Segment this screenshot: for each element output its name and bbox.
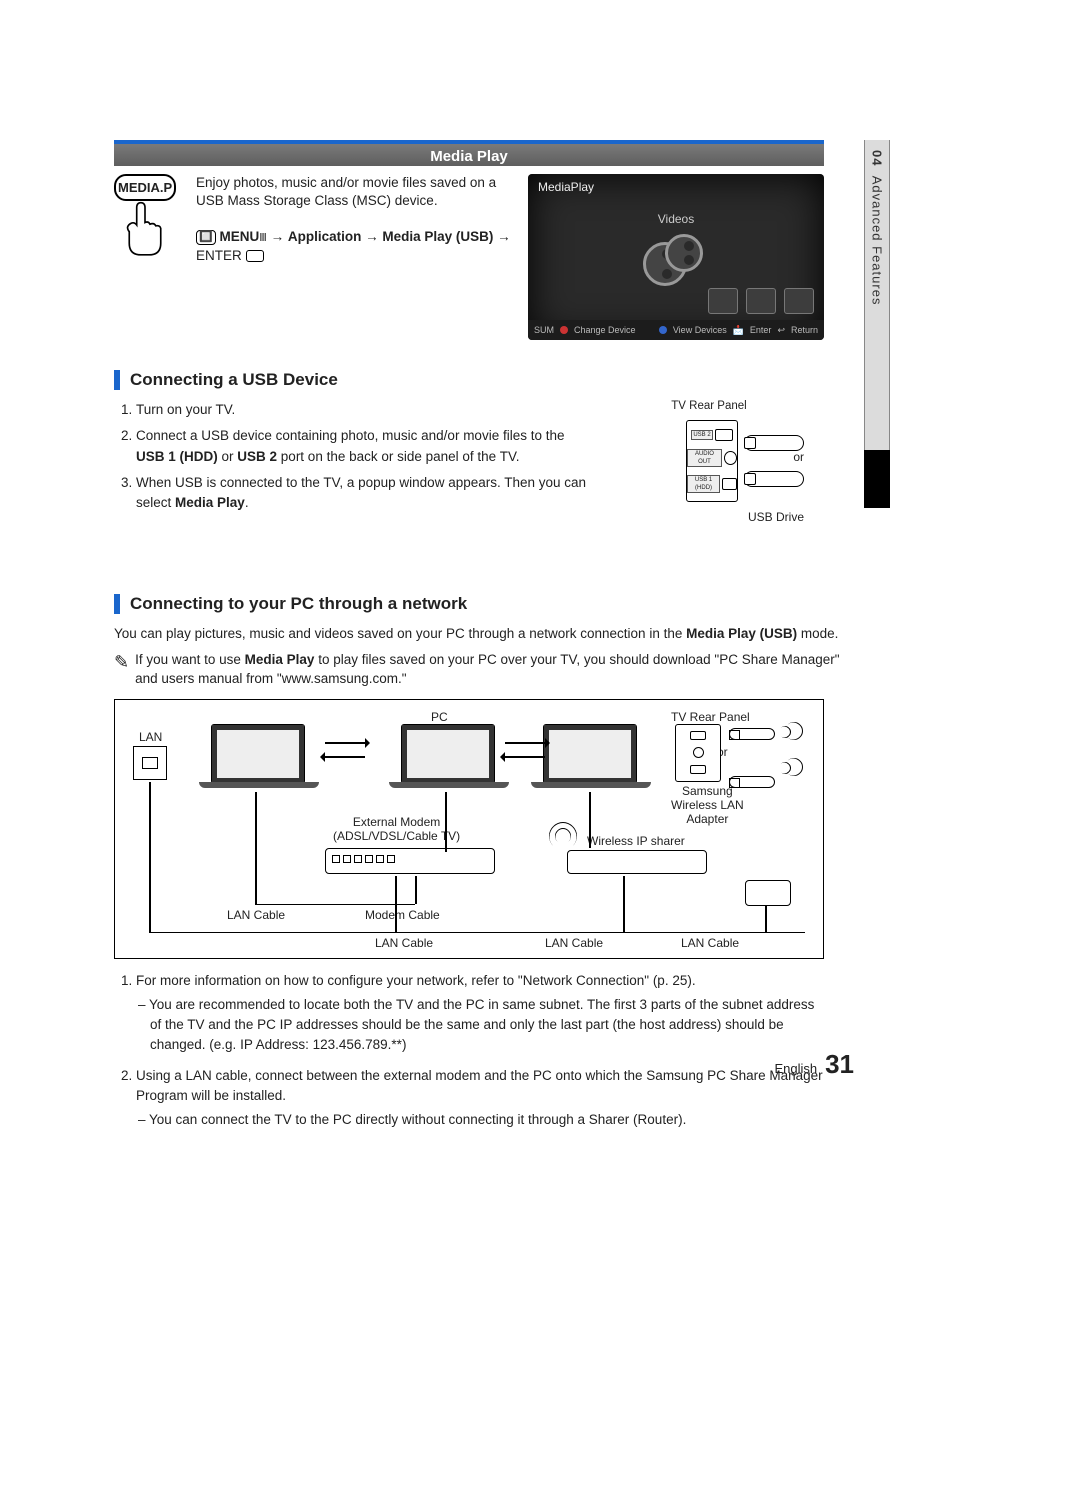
laptop-icon	[543, 724, 637, 784]
lan-label: LAN	[139, 730, 162, 744]
lan-cable-label: LAN Cable	[545, 936, 603, 950]
preview-app-label: MediaPlay	[528, 174, 824, 200]
network-intro-text: You can play pictures, music and videos …	[114, 624, 854, 644]
note-row: ✎ If you want to use Media Play to play …	[114, 650, 854, 689]
note-hand-icon: ✎	[114, 649, 129, 688]
network-diagram: LAN PC TV Rear Panel or Samsung Wireless…	[114, 699, 824, 959]
mediap-chip: MEDIA.P	[114, 174, 176, 201]
wifi-dongle-icon	[729, 728, 775, 740]
rear-panel-label: TV Rear Panel	[614, 400, 804, 412]
page-number: 31	[825, 1049, 854, 1080]
side-tab: 04 Advanced Features	[864, 140, 890, 450]
mediap-remote-icon: MEDIA.P	[114, 174, 186, 340]
hand-pointing-icon	[120, 201, 170, 259]
lan-cable-label: LAN Cable	[375, 936, 433, 950]
preview-tab-label: Videos	[528, 212, 824, 226]
usb-drive-icon	[744, 435, 804, 451]
rear-panel-label: TV Rear Panel	[671, 710, 750, 724]
note-text: If you want to use Media Play to play fi…	[135, 650, 854, 689]
preview-thumb	[784, 288, 814, 314]
chapter-number: 04	[870, 150, 885, 166]
lan-cable-label: LAN Cable	[681, 936, 739, 950]
list-item: When USB is connected to the TV, a popup…	[136, 473, 594, 514]
laptop-icon	[401, 724, 495, 784]
lan-jack-icon	[133, 746, 167, 780]
mediaplay-preview: MediaPlay Videos SUM Change Device	[528, 174, 824, 340]
modem-icon	[325, 848, 495, 874]
preview-thumb	[746, 288, 776, 314]
menu-path: 🔲 MENUⅢ → Application → Media Play (USB)…	[196, 228, 514, 264]
adapter-box-icon	[745, 880, 791, 906]
page-footer: English 31	[774, 1049, 854, 1080]
rear-panel-ports-icon: USB 2 AUDIO OUT USB 1 (HDD)	[686, 420, 738, 502]
wifi-dongle-icon	[729, 776, 775, 788]
enter-glyph-icon	[246, 250, 264, 262]
list-item: Using a LAN cable, connect between the e…	[136, 1066, 824, 1131]
list-item: Connect a USB device containing photo, m…	[136, 426, 594, 467]
rear-panel-mini-icon	[675, 724, 721, 782]
remote-button-icon: 🔲	[196, 230, 216, 245]
section-accent-bar-icon	[114, 594, 120, 614]
chapter-label: Advanced Features	[870, 176, 885, 306]
footer-language: English	[774, 1061, 817, 1076]
list-item: For more information on how to configure…	[136, 971, 824, 1056]
section-heading-network: Connecting to your PC through a network	[130, 594, 467, 614]
film-reel-icon	[641, 234, 711, 304]
preview-thumb	[708, 288, 738, 314]
lan-cable-label: LAN Cable	[227, 908, 285, 922]
modem-cable-label: Modem Cable	[365, 908, 440, 922]
modem-label: External Modem (ADSL/VDSL/Cable TV)	[333, 815, 460, 843]
usb-steps-list: Turn on your TV. Connect a USB device co…	[114, 400, 594, 524]
pc-label: PC	[431, 710, 448, 724]
section-title-bar: Media Play	[114, 140, 824, 166]
network-steps-list: For more information on how to configure…	[114, 971, 824, 1131]
preview-footer: SUM Change Device View Devices 📩Enter ↩R…	[528, 320, 824, 340]
usb-drive-icon	[744, 471, 804, 487]
adapter-label: Samsung Wireless LAN Adapter	[671, 784, 744, 826]
router-icon	[567, 850, 707, 874]
usb-drive-label: USB Drive	[614, 510, 804, 524]
list-item: Turn on your TV.	[136, 400, 594, 420]
laptop-icon	[211, 724, 305, 784]
section-accent-bar-icon	[114, 370, 120, 390]
rear-panel-figure: TV Rear Panel USB 2 AUDIO OUT USB 1 (HDD…	[614, 400, 804, 524]
blue-d-icon	[659, 326, 667, 334]
or-label: or	[793, 450, 804, 464]
intro-description: Enjoy photos, music and/or movie files s…	[196, 174, 514, 210]
thumb-tab	[864, 450, 890, 508]
red-a-icon	[560, 326, 568, 334]
section-heading-usb: Connecting a USB Device	[130, 370, 338, 390]
sharer-label: Wireless IP sharer	[587, 834, 685, 848]
